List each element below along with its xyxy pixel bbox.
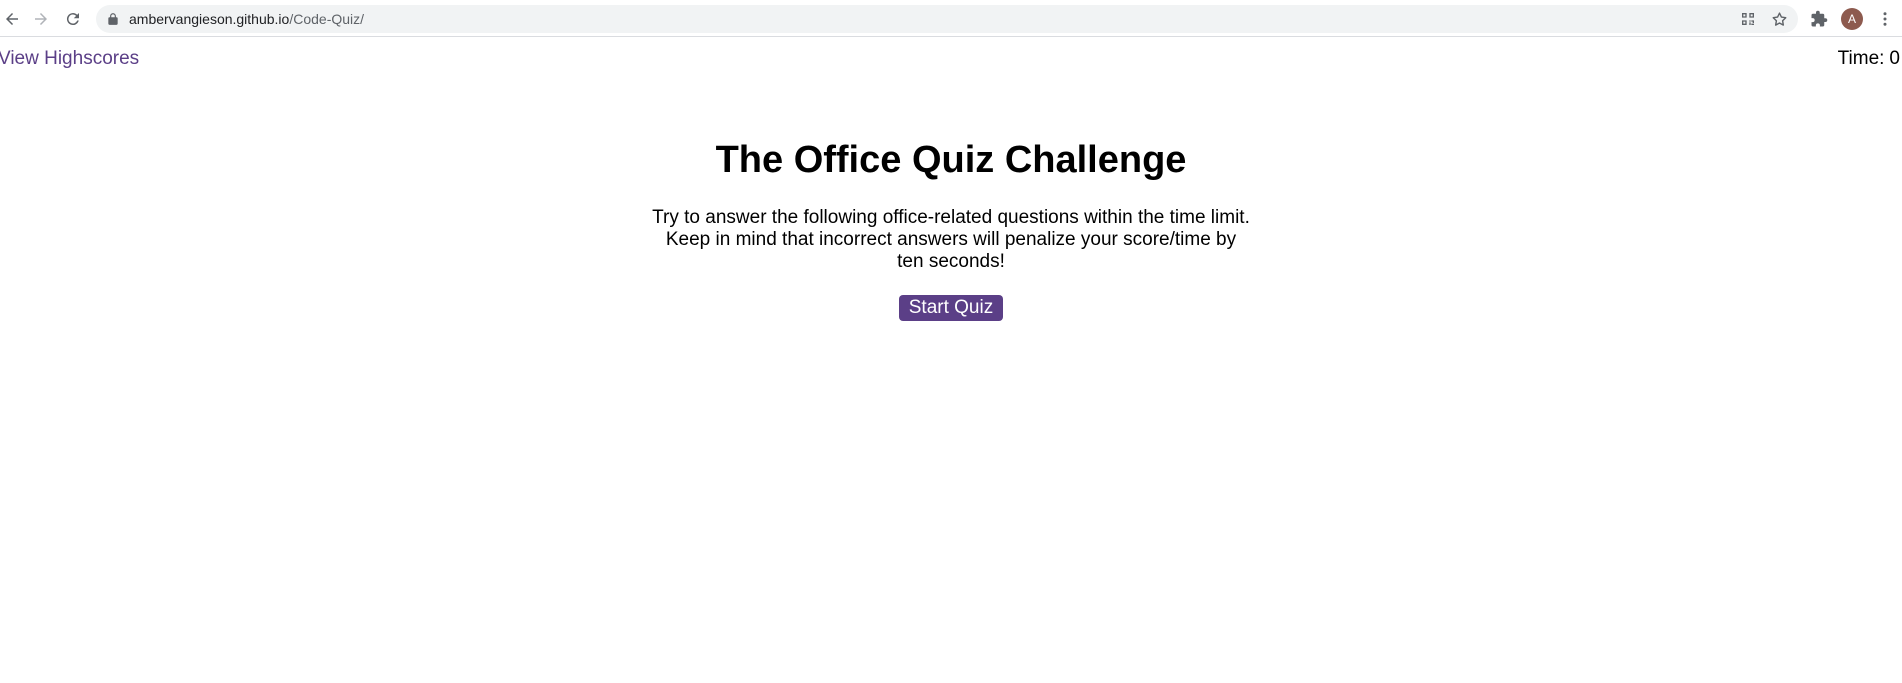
timer-value: 0 (1889, 48, 1900, 69)
start-quiz-button[interactable]: Start Quiz (898, 295, 1004, 321)
profile-avatar[interactable]: A (1841, 8, 1863, 30)
arrow-right-icon (35, 13, 47, 25)
reload-button[interactable] (61, 7, 85, 31)
url-path: /Code-Quiz/ (289, 11, 365, 27)
reload-icon (66, 13, 79, 26)
url-text[interactable]: ambervangieson.github.io/Code-Quiz/ (129, 11, 364, 27)
back-button[interactable] (0, 7, 24, 31)
arrow-left-icon (6, 13, 18, 25)
qr-code-icon[interactable] (1738, 9, 1758, 29)
timer: Time: 0 (1838, 48, 1900, 70)
quiz-page: View Highscores Time: 0 The Office Quiz C… (0, 38, 1902, 683)
intro-section: The Office Quiz Challenge Try to answer … (0, 138, 1902, 321)
url-host: ambervangieson.github.io (129, 11, 290, 27)
star-icon[interactable] (1769, 9, 1789, 29)
quiz-description: Try to answer the following office-relat… (652, 207, 1250, 272)
timer-label: Time: (1837, 48, 1885, 69)
address-bar[interactable]: ambervangieson.github.io/Code-Quiz/ (96, 5, 1798, 33)
browser-toolbar: ambervangieson.github.io/Code-Quiz/ A (0, 0, 1902, 37)
page-title: The Office Quiz Challenge (715, 139, 1187, 181)
lock-icon (108, 13, 118, 25)
view-highscores-link[interactable]: View Highscores (0, 48, 139, 70)
puzzle-piece-icon[interactable] (1808, 8, 1830, 30)
three-dots-vertical-icon[interactable] (1874, 8, 1896, 30)
forward-button[interactable] (29, 7, 53, 31)
